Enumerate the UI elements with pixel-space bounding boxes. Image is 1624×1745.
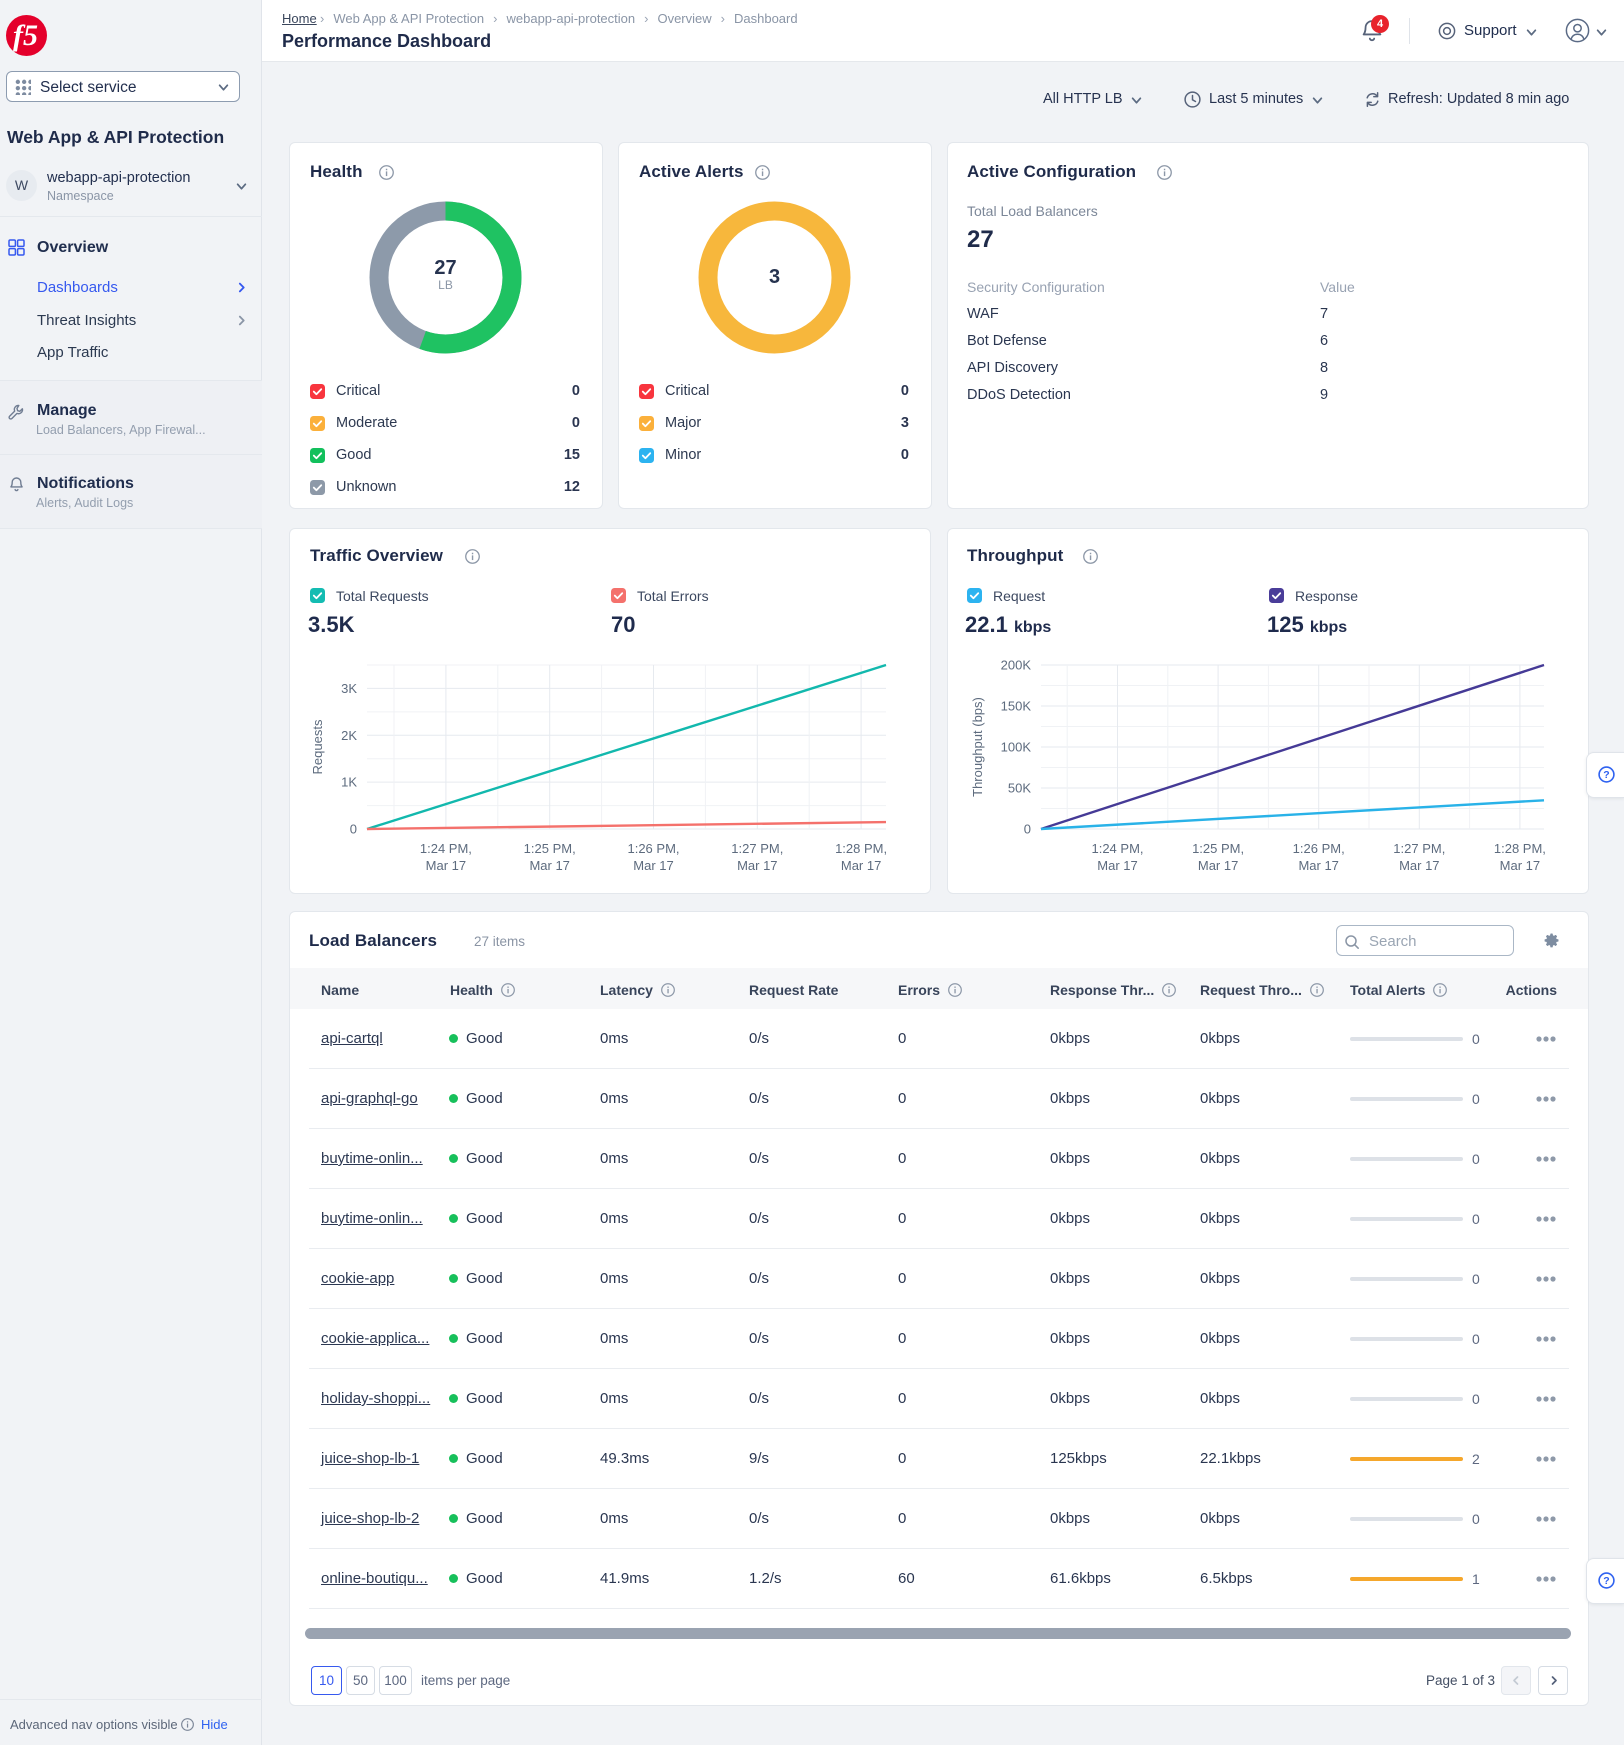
- svg-text:200K: 200K: [1001, 658, 1032, 673]
- svg-text:Throughput (bps): Throughput (bps): [970, 697, 985, 797]
- svg-text:1:27 PM,: 1:27 PM,: [731, 841, 783, 856]
- svg-text:2K: 2K: [341, 728, 357, 743]
- svg-text:1:28 PM,: 1:28 PM,: [1494, 841, 1546, 856]
- svg-text:1:26 PM,: 1:26 PM,: [627, 841, 679, 856]
- svg-text:1:25 PM,: 1:25 PM,: [524, 841, 576, 856]
- svg-text:Mar 17: Mar 17: [1097, 858, 1137, 873]
- svg-text:Requests: Requests: [310, 719, 325, 774]
- svg-text:Mar 17: Mar 17: [737, 858, 777, 873]
- svg-text:Mar 17: Mar 17: [841, 858, 881, 873]
- svg-text:150K: 150K: [1001, 699, 1032, 714]
- svg-text:Mar 17: Mar 17: [1198, 858, 1238, 873]
- svg-text:Mar 17: Mar 17: [633, 858, 673, 873]
- svg-text:Mar 17: Mar 17: [529, 858, 569, 873]
- svg-text:1:24 PM,: 1:24 PM,: [420, 841, 472, 856]
- svg-text:1:28 PM,: 1:28 PM,: [835, 841, 887, 856]
- svg-text:1:24 PM,: 1:24 PM,: [1091, 841, 1143, 856]
- svg-text:f5: f5: [13, 19, 38, 52]
- svg-text:1:27 PM,: 1:27 PM,: [1393, 841, 1445, 856]
- svg-text:1:25 PM,: 1:25 PM,: [1192, 841, 1244, 856]
- svg-text:0: 0: [1024, 822, 1031, 837]
- svg-text:50K: 50K: [1008, 781, 1031, 796]
- svg-text:1:26 PM,: 1:26 PM,: [1293, 841, 1345, 856]
- svg-text:3K: 3K: [341, 681, 357, 696]
- svg-text:Mar 17: Mar 17: [426, 858, 466, 873]
- svg-text:Mar 17: Mar 17: [1399, 858, 1439, 873]
- svg-text:?: ?: [1603, 769, 1609, 781]
- svg-text:?: ?: [1603, 1575, 1609, 1587]
- svg-text:Mar 17: Mar 17: [1298, 858, 1338, 873]
- svg-text:1K: 1K: [341, 775, 357, 790]
- svg-text:Mar 17: Mar 17: [1500, 858, 1540, 873]
- svg-text:100K: 100K: [1001, 740, 1032, 755]
- svg-text:0: 0: [350, 822, 357, 837]
